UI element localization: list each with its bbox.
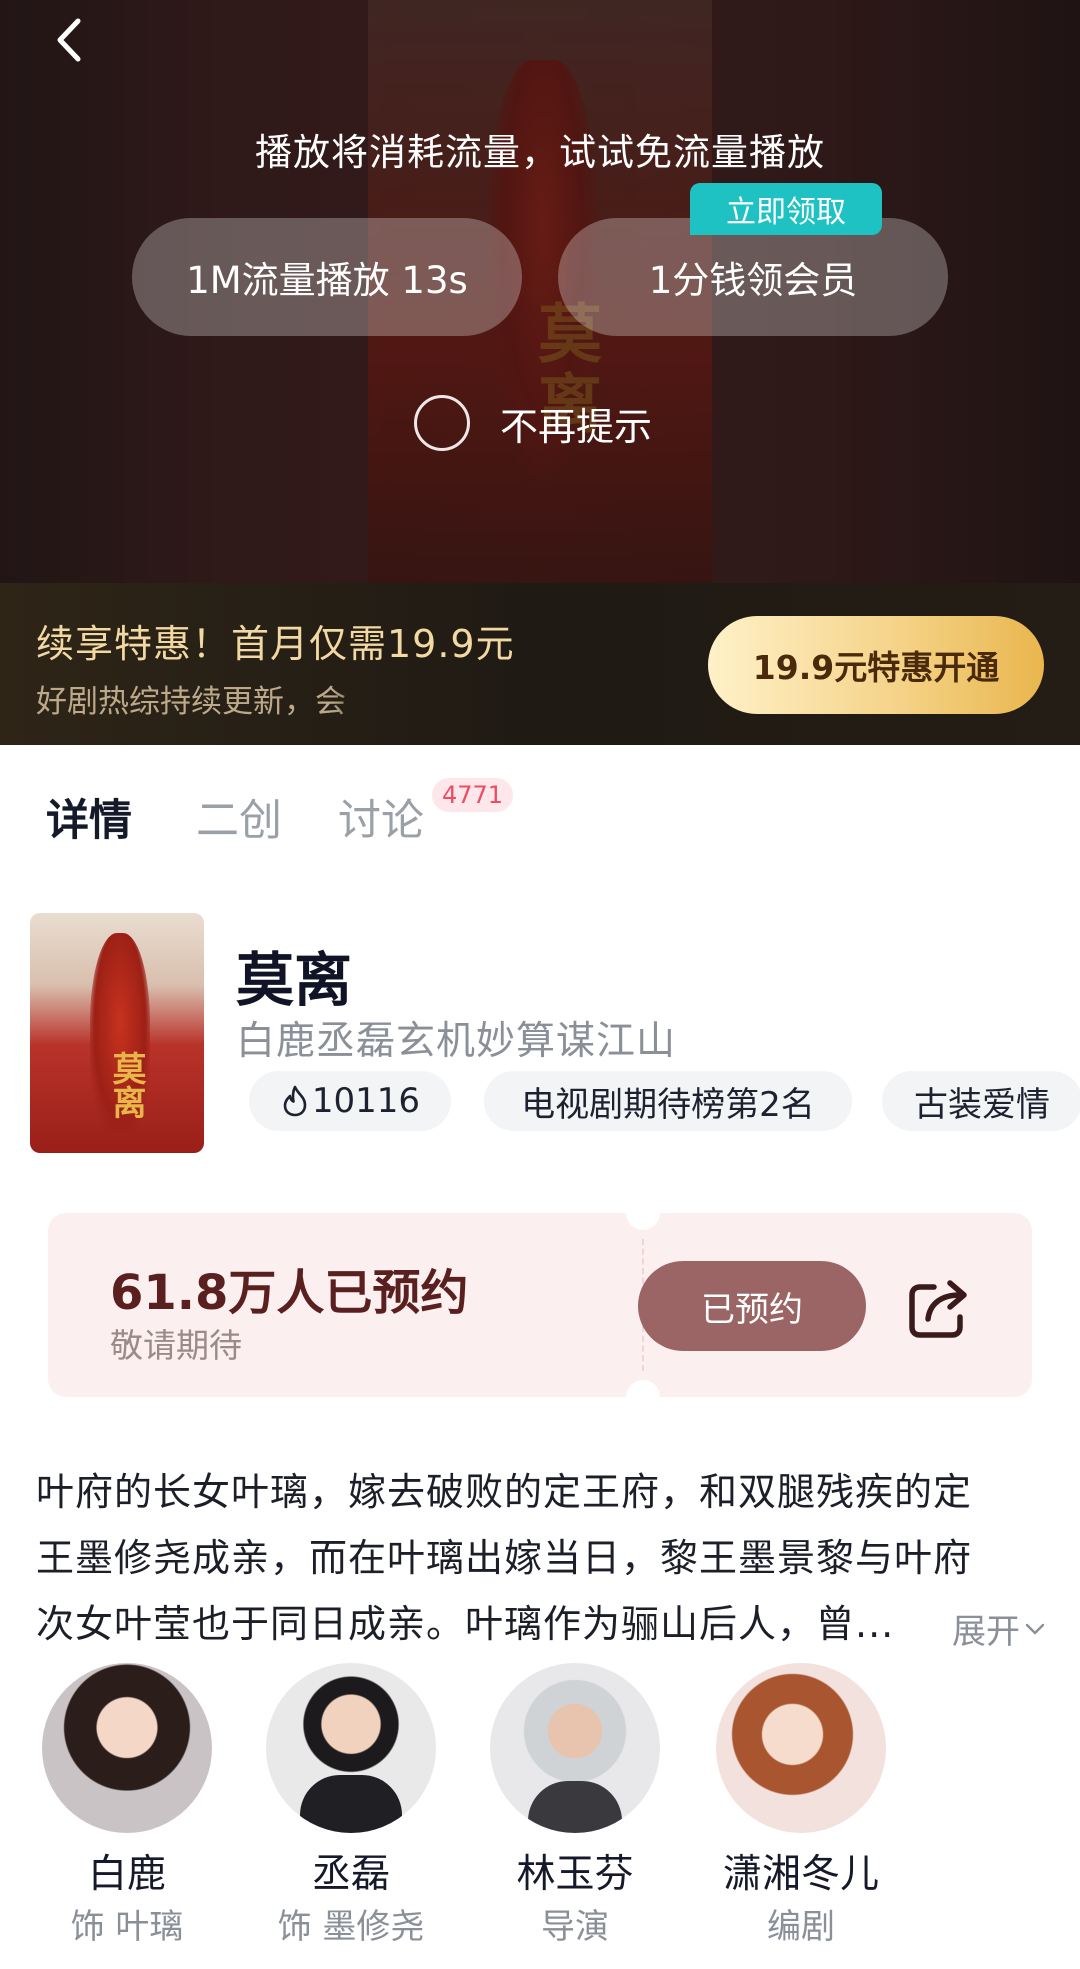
radio-button[interactable] (414, 395, 470, 451)
vip-promo-subtitle: 好剧热综持续更新，会 (36, 684, 346, 720)
show-tagline: 白鹿丞磊玄机妙算谋江山 (236, 1019, 677, 1064)
heat-value: 10116 (311, 1081, 421, 1121)
cast-role: 饰 叶璃 (70, 1907, 184, 1947)
heat-chip[interactable]: 10116 (249, 1071, 451, 1131)
reservation-card: 61.8万人已预约 敬请期待 已预约 (48, 1213, 1032, 1397)
avatar (490, 1663, 660, 1833)
crew-member[interactable]: 林玉芬 导演 (460, 1663, 690, 1948)
tab-discussion[interactable]: 讨论 (338, 786, 424, 848)
rank-chip[interactable]: 电视剧期待榜第2名 (484, 1071, 852, 1131)
avatar (716, 1663, 886, 1833)
cast-member[interactable]: 白鹿 饰 叶璃 (12, 1663, 242, 1948)
crew-role: 导演 (541, 1907, 609, 1947)
description-line: 叶府的长女叶璃，嫁去破败的定王府，和双腿残疾的定 (36, 1470, 973, 1514)
no-remind-option[interactable]: 不再提示 (414, 394, 652, 452)
data-usage-notice: 播放将消耗流量，试试免流量播放 (255, 131, 825, 174)
claim-badge[interactable]: 立即领取 (690, 183, 882, 235)
crew-name: 潇湘冬儿 (722, 1852, 879, 1897)
tab-derivative[interactable]: 二创 (196, 786, 282, 848)
video-player[interactable]: 莫离 播放将消耗流量，试试免流量播放 1M流量播放 13s 1分钱领会员 立即领… (0, 0, 1080, 583)
show-poster-thumbnail[interactable]: 莫离 (30, 913, 204, 1153)
cast-member[interactable]: 丞磊 饰 墨修尧 (236, 1663, 466, 1948)
crew-member[interactable]: 潇湘冬儿 编剧 (686, 1663, 916, 1948)
cast-role: 饰 墨修尧 (277, 1907, 425, 1947)
chevron-down-icon (1025, 1623, 1045, 1634)
expand-label: 展开 (952, 1612, 1020, 1652)
vip-subscribe-button[interactable]: 19.9元特惠开通 (708, 616, 1044, 714)
description-line: 次女叶莹也于同日成亲。叶璃作为骊山后人，曾... (36, 1602, 895, 1646)
discussion-count-badge: 4771 (432, 778, 514, 812)
cast-name: 白鹿 (87, 1852, 166, 1897)
avatar (42, 1663, 212, 1833)
data-play-button[interactable]: 1M流量播放 13s (132, 218, 522, 336)
reservation-subtext: 敬请期待 (110, 1326, 242, 1365)
tab-bar: 详情 二创 讨论 4771 (0, 778, 1080, 860)
expand-button[interactable]: 展开 (952, 1604, 1046, 1653)
thumbnail-title: 莫离 (106, 1051, 146, 1119)
show-title: 莫离 (236, 946, 353, 1014)
genre-chip[interactable]: 古装爱情 (882, 1071, 1080, 1131)
no-remind-label: 不再提示 (500, 404, 653, 449)
reservation-count: 61.8万人已预约 (110, 1265, 469, 1321)
flame-icon (283, 1085, 307, 1117)
share-icon[interactable] (904, 1273, 976, 1341)
back-button[interactable] (44, 14, 94, 66)
ticket-notch-bottom (626, 1380, 660, 1397)
description-line: 王墨修尧成亲，而在叶璃出嫁当日，黎王墨景黎与叶府 (36, 1536, 973, 1580)
ticket-notch-top (626, 1213, 660, 1230)
crew-role: 编剧 (767, 1907, 835, 1947)
vip-promo-title: 续享特惠！首月仅需19.9元 (36, 622, 515, 666)
vip-cent-button[interactable]: 1分钱领会员 (558, 218, 948, 336)
crew-name: 林玉芬 (516, 1852, 634, 1897)
avatar (266, 1663, 436, 1833)
show-description: 叶府的长女叶璃，嫁去破败的定王府，和双腿残疾的定 王墨修尧成亲，而在叶璃出嫁当日… (36, 1459, 1048, 1657)
cast-name: 丞磊 (311, 1852, 390, 1897)
reserved-button[interactable]: 已预约 (638, 1261, 866, 1351)
vip-promo-banner[interactable]: 续享特惠！首月仅需19.9元 好剧热综持续更新，会 19.9元特惠开通 (0, 583, 1080, 745)
tab-details[interactable]: 详情 (46, 786, 132, 848)
chevron-left-icon (57, 18, 81, 62)
